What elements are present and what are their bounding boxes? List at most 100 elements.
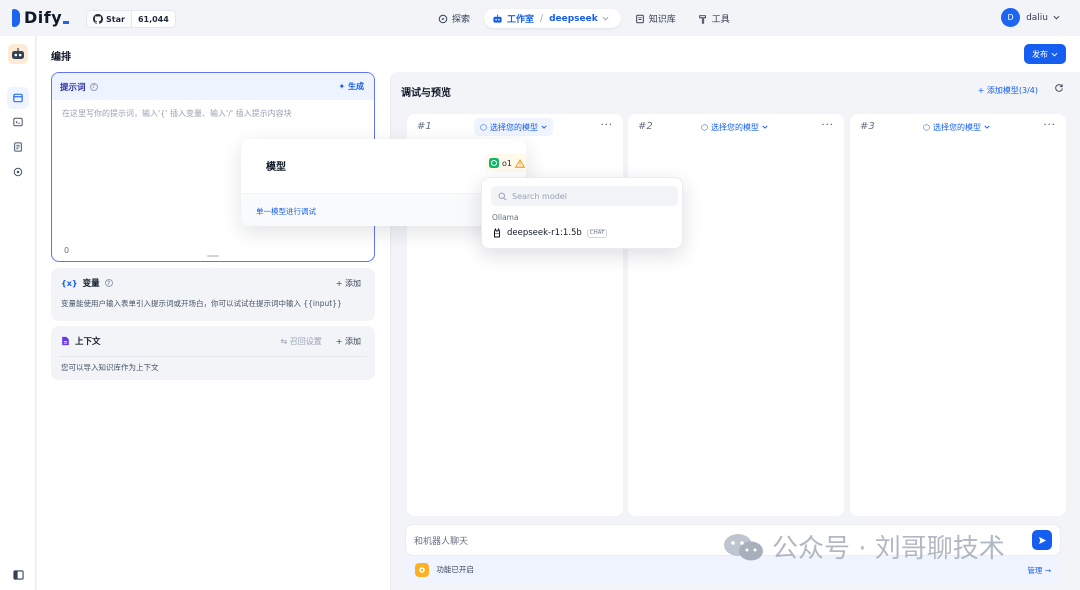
more-icon[interactable]: ···	[600, 120, 613, 131]
main-content: 编排 发布 提示词 ? ✦ 生成 在这里写你的提示词，输入'{' 插入变量、输入…	[37, 36, 1080, 590]
search-icon	[498, 192, 507, 200]
nav-explore-label: 探索	[452, 15, 471, 25]
nav-knowledge[interactable]: 知识库	[627, 9, 684, 28]
page-title: 编排	[51, 52, 71, 63]
refresh-button[interactable]	[1054, 83, 1064, 96]
sidebar-item-orchestrate[interactable]	[7, 87, 29, 109]
generate-label: 生成	[348, 82, 364, 91]
chevron-down-icon	[541, 125, 547, 129]
recall-settings-label: 召回设置	[289, 336, 322, 346]
chevron-down-icon	[602, 16, 609, 21]
provider-group-label: Ollama	[492, 213, 519, 222]
generate-button[interactable]: ✦ 生成	[339, 81, 365, 92]
document-icon	[14, 142, 22, 152]
model-option-name: deepseek-r1:1.5b	[507, 228, 582, 238]
current-model-name: o1	[502, 158, 512, 168]
nav-studio-label: 工作室	[507, 15, 535, 25]
panel-number: #3	[860, 121, 875, 132]
nav-tools-label: 工具	[711, 15, 730, 25]
variables-description: 变量能使用户输入表单引入提示词或开场白，你可以试试在提示词中输入 {{input…	[61, 299, 342, 308]
add-model-button[interactable]: + 添加模型(3/4)	[978, 85, 1038, 96]
gauge-icon	[13, 167, 23, 177]
feature-icon	[415, 563, 429, 577]
model-panel-2: #2 ⬡ 选择您的模型 ···	[628, 114, 844, 516]
model-search-input[interactable]: Search model	[491, 186, 678, 206]
current-app-name[interactable]: deepseek	[549, 14, 598, 24]
github-icon	[93, 14, 103, 24]
popup-title: 模型	[266, 162, 286, 173]
sidebar-item-monitor[interactable]	[7, 161, 29, 183]
more-icon[interactable]: ···	[1043, 120, 1056, 131]
github-star-label: Star	[106, 14, 125, 24]
help-icon[interactable]: ?	[104, 279, 113, 287]
panel-number: #2	[638, 121, 653, 132]
watermark: 公众号 · 刘哥聊技术	[722, 528, 1005, 565]
more-icon[interactable]: ···	[821, 120, 834, 131]
add-variable-label: 添加	[345, 278, 361, 288]
nav-knowledge-label: 知识库	[648, 15, 676, 25]
variables-card: {x} 变量 ? + 添加 变量能使用户输入表单引入提示词或开场白，你可以试试在…	[51, 268, 375, 321]
add-context-label: 添加	[345, 336, 361, 346]
current-model-selector[interactable]: o1	[485, 154, 526, 172]
context-title: 上下文	[75, 337, 101, 347]
username: daliu	[1026, 12, 1048, 23]
ollama-icon	[494, 228, 500, 238]
debug-title: 调试与预览	[401, 88, 451, 99]
manage-features-button[interactable]: 管理 →	[1027, 565, 1051, 576]
send-button[interactable]	[1032, 530, 1052, 550]
breadcrumb-separator: /	[540, 13, 544, 24]
context-card: 上下文 ⇆ 召回设置 + 添加 您可以导入知识库作为上下文	[51, 326, 375, 380]
chevron-down-icon	[984, 125, 990, 129]
sidebar-item-api[interactable]	[7, 111, 29, 133]
layout-icon	[13, 93, 23, 103]
user-menu[interactable]: D daliu	[1001, 8, 1060, 27]
model-search-placeholder: Search model	[512, 191, 567, 201]
prompt-placeholder[interactable]: 在这里写你的提示词，输入'{' 插入变量、输入'/' 插入提示内容块	[52, 100, 374, 127]
help-icon[interactable]: ?	[89, 82, 98, 91]
robot-app-icon	[12, 48, 24, 59]
panel-number: #1	[417, 121, 432, 132]
robot-icon	[493, 14, 502, 23]
openai-icon	[489, 158, 499, 168]
logo-underscore	[63, 21, 70, 24]
add-model-label: 添加模型(3/4)	[986, 86, 1038, 95]
context-description: 您可以导入知识库作为上下文	[61, 363, 159, 372]
recall-settings-button[interactable]: ⇆ 召回设置	[281, 336, 322, 347]
select-model-button[interactable]: ⬡ 选择您的模型	[474, 118, 553, 136]
publish-button[interactable]: 发布	[1024, 44, 1066, 64]
select-model-label: 选择您的模型	[489, 122, 538, 132]
model-type-tag: CHAT	[586, 228, 608, 238]
add-context-button[interactable]: + 添加	[336, 336, 361, 347]
chat-placeholder: 和机器人聊天	[414, 536, 469, 547]
nav-tools[interactable]: 工具	[690, 9, 738, 28]
resize-handle[interactable]	[207, 255, 219, 257]
github-star-button[interactable]: Star 61,044	[86, 10, 176, 28]
prompt-char-count: 0	[64, 246, 70, 255]
refresh-icon	[1055, 84, 1063, 92]
sidebar-item-logs[interactable]	[7, 136, 29, 158]
send-icon	[1038, 536, 1046, 544]
chevron-down-icon	[1051, 52, 1058, 57]
top-navigation-bar: Dify Star 61,044 探索 工作室 / deepseek 知识库 工…	[0, 0, 1080, 36]
cube-icon: ⬡	[701, 122, 708, 132]
app-icon[interactable]	[8, 44, 28, 64]
watermark-text: 公众号 · 刘哥聊技术	[772, 534, 1005, 564]
warning-icon	[514, 158, 525, 168]
add-variable-button[interactable]: + 添加	[336, 278, 361, 289]
variables-title: 变量	[82, 279, 100, 289]
select-model-button[interactable]: ⬡ 选择您的模型	[917, 118, 996, 136]
nav-studio[interactable]: 工作室 / deepseek	[484, 9, 621, 28]
dify-logo[interactable]: Dify	[12, 8, 70, 27]
model-option[interactable]: deepseek-r1:1.5b CHAT	[492, 228, 608, 238]
single-model-debug-link[interactable]: 单一模型进行调试	[256, 206, 316, 217]
terminal-icon	[13, 117, 23, 127]
app-sidebar	[0, 36, 36, 590]
select-model-label: 选择您的模型	[932, 122, 981, 132]
panel-left-icon	[12, 570, 24, 580]
prompt-title: 提示词	[60, 82, 86, 93]
sidebar-collapse-button[interactable]	[7, 564, 29, 586]
github-star-count: 61,044	[137, 14, 169, 24]
chevron-down-icon	[762, 125, 768, 129]
nav-explore[interactable]: 探索	[430, 9, 478, 28]
select-model-button[interactable]: ⬡ 选择您的模型	[695, 118, 774, 136]
